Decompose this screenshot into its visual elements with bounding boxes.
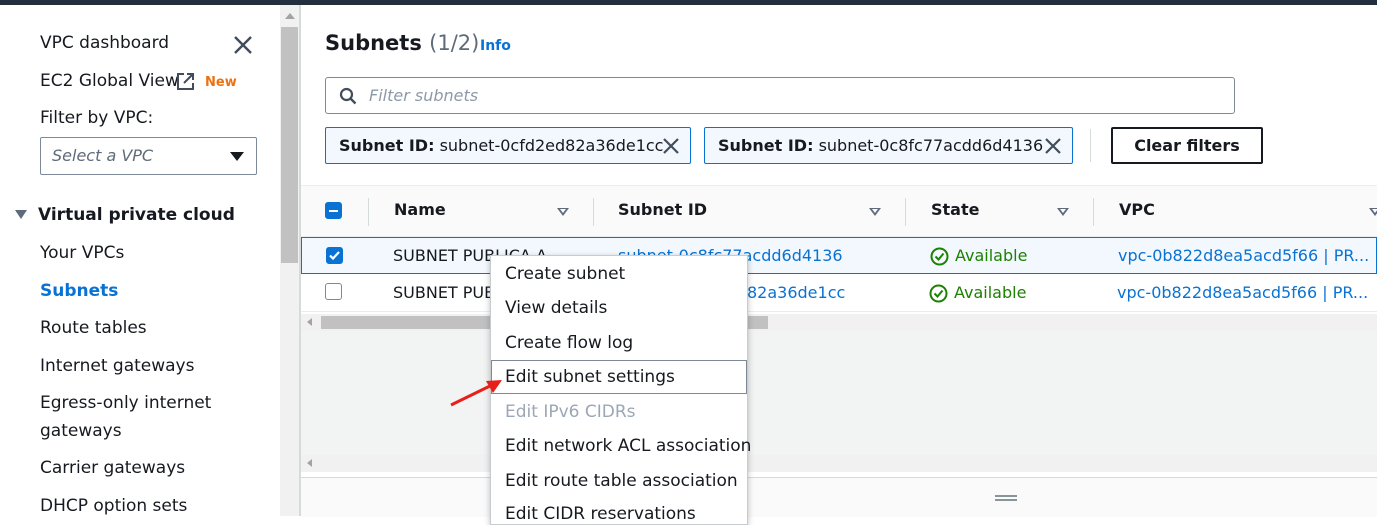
info-link[interactable]: Info <box>480 38 511 54</box>
sort-icon[interactable] <box>869 208 881 216</box>
sidebar-scrollbar[interactable] <box>280 5 299 516</box>
sidebar-item-egress-only-internet-gateways-line2[interactable]: gateways <box>40 421 122 441</box>
row-checkbox[interactable] <box>326 247 343 264</box>
remove-filter-icon[interactable] <box>1044 137 1062 155</box>
checkmark-icon <box>329 251 340 261</box>
filter-token[interactable]: Subnet ID: subnet-0cfd2ed82a36de1cc <box>325 127 691 164</box>
main-content: Subnets (1/2) Info Filter subnets Subnet… <box>301 5 1377 517</box>
sidebar-item-vpc-dashboard[interactable]: VPC dashboard <box>40 33 169 53</box>
clear-filters-button[interactable]: Clear filters <box>1111 127 1263 164</box>
vpc-select[interactable]: Select a VPC <box>40 137 257 175</box>
sidebar-item-ec2-global-view[interactable]: EC2 Global View <box>40 71 179 91</box>
scroll-left-arrow-icon[interactable] <box>307 318 312 326</box>
sidebar-item-subnets[interactable]: Subnets <box>40 281 118 301</box>
panel-horizontal-scrollbar[interactable] <box>301 455 1377 472</box>
column-separator <box>593 198 594 226</box>
column-header-state[interactable]: State <box>931 200 979 219</box>
sort-icon[interactable] <box>1057 208 1069 216</box>
scroll-up-arrow-icon[interactable] <box>285 13 295 19</box>
cell-subnet-id-link[interactable]: 82a36de1cc <box>747 283 845 302</box>
menu-item-edit-ipv6-cidrs: Edit IPv6 CIDRs <box>505 402 636 422</box>
sidebar-item-your-vpcs[interactable]: Your VPCs <box>40 243 124 263</box>
new-badge: New <box>205 75 237 90</box>
column-header-vpc[interactable]: VPC <box>1119 200 1155 219</box>
page-title-text: Subnets <box>325 31 422 55</box>
sidebar-item-route-tables[interactable]: Route tables <box>40 318 147 338</box>
selection-count: (1/2) <box>429 31 480 55</box>
status-success-icon <box>930 247 949 266</box>
sidebar-scrollbar-thumb[interactable] <box>281 27 298 263</box>
menu-item-edit-route-table-association[interactable]: Edit route table association <box>505 471 738 491</box>
status-success-icon <box>929 284 948 303</box>
menu-item-view-details[interactable]: View details <box>505 298 607 318</box>
search-icon <box>339 87 357 105</box>
table-row[interactable]: SUBNET PUBLICA A subnet-0c8fc77acdd6d413… <box>301 237 1377 274</box>
column-separator <box>1093 198 1094 226</box>
select-all-checkbox[interactable] <box>325 202 342 219</box>
sidebar-item-dhcp-option-sets[interactable]: DHCP option sets <box>40 496 187 516</box>
sidebar-item-internet-gateways[interactable]: Internet gateways <box>40 356 194 376</box>
cell-vpc-link[interactable]: vpc-0b822d8ea5acd5f66 | PR... <box>1117 283 1368 302</box>
vpc-select-placeholder: Select a VPC <box>52 146 154 165</box>
token-separator <box>1090 129 1091 162</box>
status-text: Available <box>955 246 1028 265</box>
filter-token-key: Subnet ID: <box>718 136 814 155</box>
actions-dropdown-menu: Create subnet View details Create flow l… <box>490 255 751 525</box>
close-icon[interactable] <box>232 34 254 56</box>
caret-down-icon <box>230 152 244 161</box>
cell-name: SUBNET PUB <box>393 283 496 302</box>
sort-icon[interactable] <box>557 208 569 216</box>
scroll-left-arrow-icon[interactable] <box>307 459 312 467</box>
filter-token-key: Subnet ID: <box>339 136 435 155</box>
menu-item-edit-network-acl-association[interactable]: Edit network ACL association <box>505 436 751 456</box>
split-panel <box>301 477 1377 517</box>
menu-item-create-subnet[interactable]: Create subnet <box>505 264 625 284</box>
drag-handle-icon[interactable] <box>995 495 1017 501</box>
caret-down-icon[interactable] <box>15 210 27 219</box>
sidebar-item-carrier-gateways[interactable]: Carrier gateways <box>40 458 185 478</box>
filter-token[interactable]: Subnet ID: subnet-0c8fc77acdd6d4136 <box>704 127 1073 164</box>
status-text: Available <box>954 283 1027 302</box>
annotation-arrow-icon <box>450 380 502 407</box>
cell-vpc-link[interactable]: vpc-0b822d8ea5acd5f66 | PR... <box>1118 246 1369 265</box>
column-separator <box>905 198 906 226</box>
row-checkbox[interactable] <box>325 283 342 300</box>
filter-token-value: subnet-0cfd2ed82a36de1cc <box>439 136 664 155</box>
search-input[interactable]: Filter subnets <box>325 77 1235 114</box>
remove-filter-icon[interactable] <box>662 137 680 155</box>
column-header-name[interactable]: Name <box>394 200 446 219</box>
column-separator <box>368 198 369 226</box>
filter-token-value: subnet-0c8fc77acdd6d4136 <box>818 136 1044 155</box>
external-link-icon <box>177 73 194 90</box>
section-virtual-private-cloud[interactable]: Virtual private cloud <box>38 205 235 225</box>
column-header-subnet-id[interactable]: Subnet ID <box>618 200 707 219</box>
filter-by-vpc-label: Filter by VPC: <box>40 108 154 128</box>
sort-icon[interactable] <box>1369 208 1377 216</box>
menu-item-edit-subnet-settings[interactable]: Edit subnet settings <box>505 367 675 387</box>
sidebar: VPC dashboard EC2 Global View New Filter… <box>0 5 280 516</box>
menu-item-create-flow-log[interactable]: Create flow log <box>505 333 633 353</box>
sidebar-item-egress-only-internet-gateways[interactable]: Egress-only internet <box>40 393 211 413</box>
menu-item-edit-cidr-reservations[interactable]: Edit CIDR reservations <box>505 504 696 524</box>
filter-token-text: Subnet ID: subnet-0c8fc77acdd6d4136 <box>718 136 1043 155</box>
table-horizontal-scrollbar[interactable] <box>301 314 1377 331</box>
page-title: Subnets (1/2) <box>325 31 479 55</box>
table-row[interactable]: SUBNET PUB 82a36de1cc Available vpc-0b82… <box>301 275 1377 312</box>
search-placeholder: Filter subnets <box>369 86 479 105</box>
table-header: Name Subnet ID State VPC <box>301 185 1377 237</box>
filter-token-text: Subnet ID: subnet-0cfd2ed82a36de1cc <box>339 136 663 155</box>
